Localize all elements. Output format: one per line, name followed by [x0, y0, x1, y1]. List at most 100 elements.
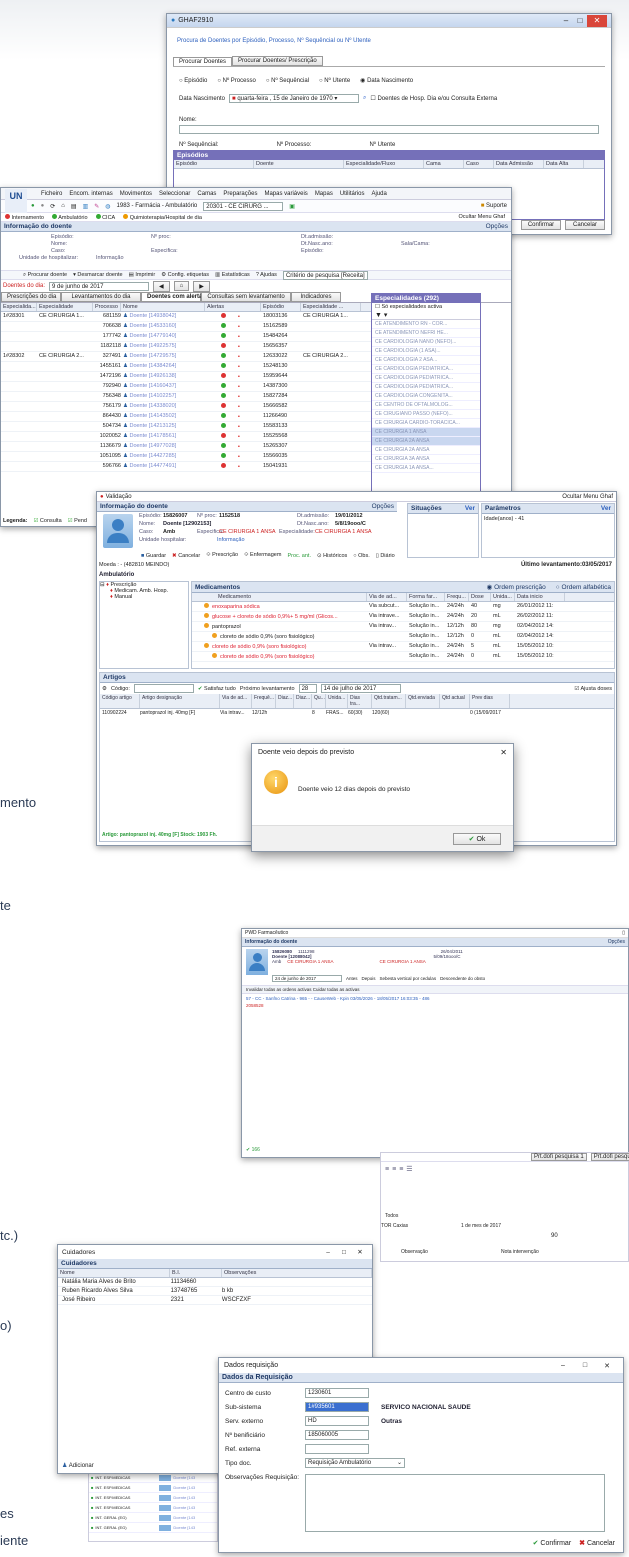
table-row[interactable]: 756179 ♟ Doente [14338020] ▪ 15666582 — [1, 402, 371, 412]
align-icon[interactable]: ≡ — [399, 1166, 403, 1173]
tab-search-1[interactable]: Prt.dofi pesquisa 1 — [531, 1153, 587, 1161]
forward-icon[interactable]: ● — [41, 203, 45, 209]
obs-action[interactable]: ○ Obs. — [353, 553, 369, 559]
tab-no-dispensing[interactable]: Consultas sem levantamento — [201, 292, 291, 302]
add-button[interactable]: ♟ Adicionar — [62, 1462, 94, 1469]
maximize-button[interactable]: □ — [336, 1249, 352, 1256]
doc-type-select[interactable]: Requisição Ambulatório ⌄ — [305, 1458, 405, 1468]
radio-process[interactable]: ○ Nº Processo — [217, 78, 256, 84]
specialty-option[interactable]: CE CIRURGIA 2A ANSA — [372, 446, 480, 455]
ok-button[interactable]: ✔ Ok — [453, 833, 501, 845]
tab-indicators[interactable]: Indicadores — [291, 292, 341, 302]
table-row[interactable]: 504734 ♟ Doente [14213125] ▪ 15583133 — [1, 422, 371, 432]
table-row[interactable]: 756348 ♟ Doente [14102257] ▪ 15827284 — [1, 392, 371, 402]
criteria-select[interactable]: Critério de pesquisa [Receita] — [282, 270, 368, 280]
options-button[interactable]: Opções — [372, 503, 394, 510]
order-line[interactable]: 57 - CC - Sanfno Catrina - 965 - - Cause… — [246, 996, 430, 1001]
date-picker[interactable]: 1 de mes de 2017 — [461, 1223, 501, 1229]
article-row[interactable]: 110902224 pantoprazol inj. 40mg [F] Via … — [100, 709, 614, 717]
search-patient-action[interactable]: ⌕ Procurar doente — [23, 272, 67, 279]
adjust-doses-checkbox[interactable]: ☑ Ajusta doses — [574, 686, 612, 692]
print-action[interactable]: ▤ Imprimir — [129, 272, 156, 278]
specialty-option[interactable]: CE CIRUGIANO PASSO (NEFO)... — [372, 410, 480, 419]
tab-find-patients[interactable]: Procurar Doentes — [173, 56, 233, 66]
see-link[interactable]: Ver — [601, 505, 611, 512]
table-row[interactable]: pantoprazol Via intrav... Solução in... 12/… — [192, 622, 614, 632]
nursing-action[interactable]: ⟐ Enfermagem — [244, 552, 281, 559]
tab-dispensing[interactable]: Levantamentos do dia — [61, 292, 141, 302]
service-select[interactable]: 20301 - CE CIRURG ... — [203, 201, 284, 211]
table-row[interactable]: 1136679 ♟ Doente [14977028] ▪ 15265307 — [1, 442, 371, 452]
chart-icon[interactable]: ▥ — [83, 203, 89, 210]
home-icon[interactable]: ⌂ — [61, 203, 65, 209]
table-row[interactable]: enoxaparina sódica Via subcut... Solução i… — [192, 602, 614, 612]
table-row[interactable]: cloreto de sódio 0,9% (soro fisiológico)… — [192, 642, 614, 652]
specialty-option[interactable]: CE CARDIOLOGIA CONGENITA... — [372, 392, 480, 401]
tab-alerts[interactable]: Doentes com alertas — [141, 292, 206, 302]
home-button[interactable]: ⌂ — [173, 281, 190, 291]
refresh-icon[interactable]: ⟳ — [50, 203, 55, 210]
cancel-action[interactable]: ✖ Cancelar — [172, 553, 200, 559]
unmark-patient-action[interactable]: ▾ Desmarcar doente — [73, 272, 123, 278]
table-row[interactable]: 1#28302 CE CIRURGIA 2... 327491 ♟ Doente [1… — [1, 352, 371, 362]
birthdate-picker[interactable]: ■ quarta-feira , 15 de Janeiro de 1970 ▾ — [229, 94, 360, 103]
specialty-option[interactable]: CE CENTRO DE OFTALMOLOG... — [372, 401, 480, 410]
date-picker[interactable]: 9 de junho de 2017 — [49, 281, 150, 291]
menu-item[interactable]: Mapas variáveis — [264, 191, 307, 197]
maximize-button[interactable]: □ — [573, 16, 587, 25]
table-row[interactable]: José Ribeiro 2321 WSCFZXF — [58, 1296, 372, 1305]
table-row[interactable]: cloreto de sódio 0,9% (soro fisiológico)… — [192, 632, 614, 642]
order-prescription-radio[interactable]: ◉ Ordem prescrição — [487, 583, 546, 591]
back-icon[interactable]: ● — [31, 203, 35, 209]
close-button[interactable]: ✕ — [596, 1362, 618, 1370]
labels-action[interactable]: ⚙ Config. etiquetas — [161, 272, 209, 278]
confirm-button[interactable]: Confirmar — [521, 220, 561, 230]
list-item[interactable]: ■ INT. GERAL (EG) Doente [143 — [89, 1513, 217, 1523]
menu-item[interactable]: Ficheiro — [41, 191, 62, 197]
menu-item[interactable]: Preparações — [223, 191, 257, 197]
specialty-option[interactable]: CE CIRURGIA 1A ANSA... — [372, 464, 480, 473]
menu-item[interactable]: Camas — [197, 191, 216, 197]
radio-utente[interactable]: ○ Nº Utente — [319, 78, 350, 84]
order-alpha-radio[interactable]: ○ Ordem alfabética — [556, 584, 611, 591]
menu-item[interactable]: Utilitários — [340, 191, 365, 197]
date-picker[interactable]: 24 de junho de 2017 — [272, 975, 342, 982]
name-input[interactable] — [179, 125, 599, 134]
specialty-option[interactable]: CE ATENDIMENTO RN - COR... — [372, 320, 480, 329]
menu-item[interactable]: Seleccionar — [159, 191, 190, 197]
next-action[interactable]: Depois — [362, 976, 376, 981]
radio-birthdate[interactable]: ◉ Data Nascimento — [360, 77, 413, 84]
satisfy-all-button[interactable]: ✔ Satisfaz tudo — [198, 686, 236, 692]
globe-icon[interactable]: ◍ — [105, 203, 110, 210]
close-button[interactable]: ✕ — [500, 748, 507, 757]
options-button[interactable]: Opções — [486, 223, 508, 230]
invalidate-bar[interactable]: Invalidar todas as ordens activas Cuidar… — [242, 985, 628, 994]
search-icon[interactable]: ⌕ — [363, 95, 366, 102]
table-row[interactable]: 1455161 ♟ Doente [14384264] ▪ 15248130 — [1, 362, 371, 372]
notes-icon[interactable]: ▣ — [289, 203, 295, 210]
table-row[interactable]: 706638 ♟ Doente [14533160] ▪ 15162589 — [1, 322, 371, 332]
close-button[interactable]: ✕ — [587, 14, 607, 27]
prev-action[interactable]: Antes — [346, 976, 358, 981]
confirm-button[interactable]: ✔ Confirmar — [533, 1539, 572, 1547]
menu-item[interactable]: Movimentos — [120, 191, 152, 197]
list-item[interactable]: ■INT. ESP.MEDICAS Doente [143 — [89, 1483, 217, 1493]
list-item[interactable]: ■INT. ESP.MEDICAS Doente [143 — [89, 1493, 217, 1503]
table-row[interactable]: Natália Maria Alves de Brito 11134660 — [58, 1278, 372, 1287]
only-active-checkbox[interactable]: ☐ Só especialidades activa — [372, 303, 480, 311]
list-item[interactable]: ■INT. ESP.MEDICAS Doente [143 — [89, 1473, 217, 1483]
minimize-button[interactable]: – — [320, 1249, 336, 1256]
menu-item[interactable]: Mapas — [315, 191, 333, 197]
next-date-picker[interactable]: 14 de julho de 2017 — [320, 684, 401, 693]
specialty-option[interactable]: CE CIRURGIA 3A ANSA — [372, 455, 480, 464]
help-action[interactable]: ? Ajudas — [256, 272, 277, 278]
hide-menu-link[interactable]: Ocultar Menu Ghaf — [459, 214, 505, 220]
align-icon[interactable]: ≡ — [385, 1166, 389, 1173]
edit-icon[interactable]: ✎ — [94, 203, 99, 210]
prescription-action[interactable]: ⟐ Prescrição — [206, 552, 238, 559]
menu-item[interactable]: Encom. internas — [69, 191, 112, 197]
service-select[interactable]: TOR Caxias — [381, 1223, 408, 1229]
cancel-button[interactable]: ✖ Cancelar — [579, 1539, 615, 1547]
area-link-internamento[interactable]: Internamento — [5, 213, 44, 221]
table-row[interactable]: 864430 ♟ Doente [14143502] ▪ 11266490 — [1, 412, 371, 422]
